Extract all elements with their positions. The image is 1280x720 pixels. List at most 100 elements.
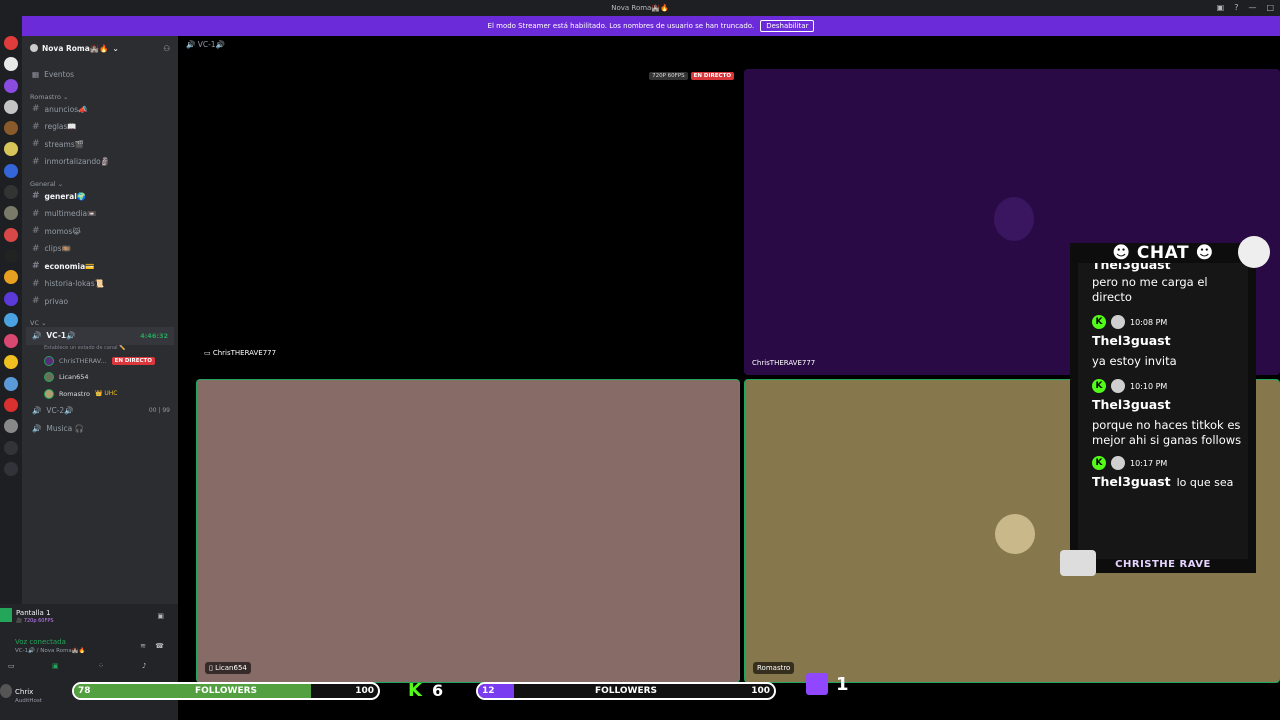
server-icon[interactable] <box>4 142 18 157</box>
channel-label: streams🎬 <box>44 139 85 149</box>
server-icon[interactable] <box>4 355 18 370</box>
channel-multimedia[interactable]: # multimedia📼 <box>22 205 178 223</box>
voice-channel-label: VC-2🔊 <box>46 406 74 416</box>
twitch-count: 1 <box>836 673 849 695</box>
channel-economia[interactable]: # economia💳 <box>22 258 178 276</box>
screen-share-button[interactable]: ▣ <box>52 662 59 670</box>
voice-channel-musica[interactable]: 🔊 Musica 🎧 <box>22 420 178 438</box>
voice-channel-vc1[interactable]: 🔊 VC-1🔊 4:46:32 <box>26 327 174 345</box>
member-item[interactable]: Romastro 👑 UHC <box>22 386 178 403</box>
speaker-icon: 🔊 <box>32 423 42 433</box>
channel-privao[interactable]: # privao <box>22 293 178 311</box>
screen-settings-icon[interactable]: ▣ <box>157 612 164 620</box>
category-vc[interactable]: VC ⌄ <box>22 310 178 327</box>
category-romastro[interactable]: Romastro ⌄ <box>22 84 178 101</box>
channel-status[interactable]: Establece un estado de canal ✏️ <box>22 345 178 353</box>
kick-followers-bar: 78 FOLLOWERS 100 <box>72 682 380 700</box>
server-icon[interactable] <box>4 376 18 391</box>
kick-counter: K 6 <box>408 680 443 701</box>
disconnect-icon[interactable]: ☎ <box>155 642 164 650</box>
channel-inmortalizando[interactable]: # inmortalizando🗿 <box>22 153 178 171</box>
server-icon[interactable] <box>4 270 18 285</box>
events-item[interactable]: ▦ Eventos <box>22 66 178 84</box>
voice-connected-label: Voz conectada <box>15 638 66 646</box>
add-server-icon[interactable] <box>4 440 18 455</box>
server-avatar <box>30 44 38 52</box>
server-icon[interactable] <box>4 121 18 136</box>
channel-momos[interactable]: # momos😹 <box>22 223 178 241</box>
server-icon[interactable] <box>4 99 18 114</box>
followers-goal: 100 <box>751 686 770 696</box>
user-tile[interactable]: ▯ Lican654 <box>196 379 740 683</box>
member-item[interactable]: ChrisTHERAV... EN DIRECTO <box>22 353 178 370</box>
server-icon[interactable] <box>4 78 18 93</box>
hash-icon: # <box>32 261 40 272</box>
server-icon[interactable] <box>4 419 18 434</box>
invite-icon[interactable]: ⚇ <box>163 44 170 53</box>
server-icon[interactable] <box>4 163 18 178</box>
message-text: lo que sea <box>1176 476 1234 489</box>
server-name: Nova Roma🏰🔥 <box>42 43 109 53</box>
chat-title: ☻ CHAT ☻ <box>1112 243 1214 263</box>
tile-name: Romastro <box>753 662 795 674</box>
user-avatar-icon <box>1111 379 1125 393</box>
twitch-counter: 1 <box>806 673 849 695</box>
hash-icon: # <box>32 243 40 254</box>
twitch-followers-bar: 12 FOLLOWERS 100 <box>476 682 776 700</box>
followers-goal: 100 <box>355 686 374 696</box>
hash-icon: # <box>32 104 40 115</box>
screen-share-icon <box>0 608 12 622</box>
channel-label: clips🎞️ <box>44 244 71 254</box>
vc-header: 🔊 VC-1🔊 <box>186 40 225 49</box>
server-icon[interactable] <box>4 334 18 349</box>
message-user: Thel3guast <box>1092 333 1171 348</box>
title-bar: Nova Roma🏰🔥 ▣ ? — □ <box>0 0 1280 16</box>
voice-channel-vc2[interactable]: 🔊 VC-2🔊 00 | 99 <box>22 402 178 420</box>
minimize-icon[interactable]: — <box>1248 3 1256 12</box>
server-icon[interactable] <box>4 227 18 242</box>
server-icon[interactable] <box>4 248 18 263</box>
soundboard-icon[interactable]: ♪ <box>142 662 146 670</box>
message-time: 10:17 PM <box>1130 458 1168 468</box>
video-off-icon[interactable]: ▭ <box>8 662 15 670</box>
channel-label: reglas📖 <box>44 122 77 132</box>
server-header[interactable]: Nova Roma🏰🔥 ⌄ ⚇ <box>22 36 178 60</box>
noise-suppression-icon[interactable]: ≋ <box>140 642 146 650</box>
channel-clips[interactable]: # clips🎞️ <box>22 240 178 258</box>
channel-historia-lokas[interactable]: # historia-lokas📜 <box>22 275 178 293</box>
help-icon[interactable]: ? <box>1234 3 1238 12</box>
channel-reglas[interactable]: # reglas📖 <box>22 118 178 136</box>
chat-footer: CHRISTHE RAVE <box>1115 559 1211 570</box>
member-item[interactable]: Lican654 <box>22 369 178 386</box>
inbox-icon[interactable]: ▣ <box>1217 3 1225 12</box>
channel-general[interactable]: # general🌍 <box>22 188 178 206</box>
server-icon[interactable] <box>4 398 18 413</box>
hash-icon: # <box>32 296 40 307</box>
tile-name: ChrisTHERAVE777 <box>752 359 815 367</box>
kick-count: 6 <box>431 681 444 700</box>
channel-anuncios[interactable]: # anuncios📣 <box>22 101 178 119</box>
live-badge: EN DIRECTO <box>690 72 734 80</box>
category-general[interactable]: General ⌄ <box>22 171 178 188</box>
explore-icon[interactable] <box>4 461 18 476</box>
avatar[interactable] <box>0 684 12 698</box>
server-icon[interactable] <box>4 185 18 200</box>
server-icon[interactable] <box>4 312 18 327</box>
stream-tile[interactable]: 720P 60FPS EN DIRECTO ▭ ChrisTHERAVE777 <box>196 69 738 365</box>
screen-share-quality: 🎥 720p 60FPS <box>16 618 54 624</box>
stream-badges: 720P 60FPS EN DIRECTO <box>649 72 734 80</box>
server-icon[interactable] <box>4 206 18 221</box>
user-avatar-icon <box>1111 456 1125 470</box>
user-limit-value: 99 <box>162 407 170 415</box>
channel-streams[interactable]: # streams🎬 <box>22 136 178 154</box>
tile-name-text: Romastro <box>757 664 791 672</box>
channel-label: privao <box>44 296 69 306</box>
disable-streamer-button[interactable]: Deshabilitar <box>760 20 815 32</box>
activities-icon[interactable]: ⁘ <box>98 662 104 670</box>
maximize-icon[interactable]: □ <box>1266 3 1274 12</box>
streamer-mode-bar: El modo Streamer está habilitado. Los no… <box>22 16 1280 36</box>
server-icon[interactable] <box>4 36 18 50</box>
user-count: 00 <box>148 407 157 415</box>
server-icon[interactable] <box>4 57 18 72</box>
server-icon[interactable] <box>4 291 18 306</box>
